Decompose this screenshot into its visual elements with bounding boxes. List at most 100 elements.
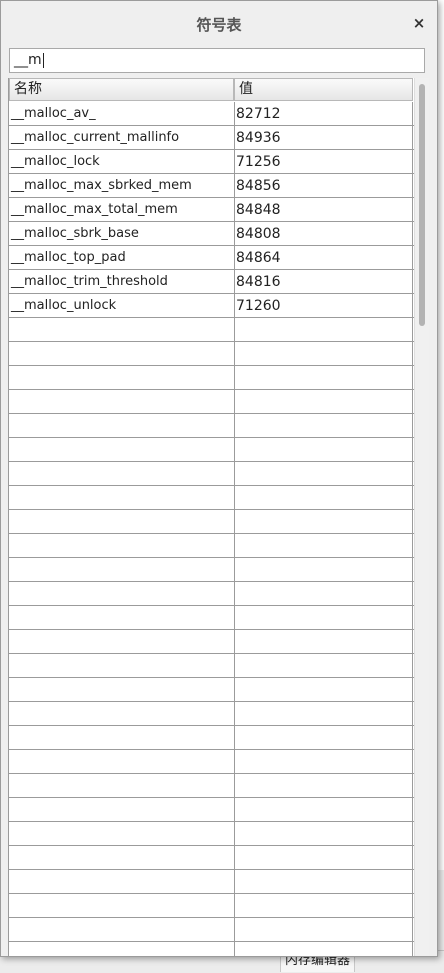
symbol-name-cell — [9, 390, 235, 413]
symbol-value-cell — [234, 486, 413, 509]
symbol-value-cell — [234, 870, 413, 893]
table-row[interactable] — [9, 942, 414, 956]
table-row[interactable] — [9, 870, 414, 894]
table-row[interactable]: __malloc_top_pad 84864 — [9, 246, 414, 270]
symbol-name-cell — [9, 558, 235, 581]
symbol-value-cell — [234, 654, 413, 677]
symbol-value-cell — [234, 582, 413, 605]
symbol-value-cell — [234, 342, 413, 365]
symbol-name-cell: __malloc_sbrk_base — [9, 222, 235, 245]
symbol-value-cell — [234, 846, 413, 869]
symbol-name-cell — [9, 534, 235, 557]
table-row[interactable]: __malloc_max_total_mem 84848 — [9, 198, 414, 222]
table-row[interactable] — [9, 558, 414, 582]
symbol-value-cell — [234, 630, 413, 653]
symbol-value-cell — [234, 894, 413, 917]
symbol-name-cell — [9, 438, 235, 461]
symbol-value-cell: 82712 — [234, 102, 413, 125]
symbol-name-cell — [9, 582, 235, 605]
table-row[interactable] — [9, 702, 414, 726]
table-row[interactable] — [9, 534, 414, 558]
symbol-name-cell — [9, 774, 235, 797]
table-row[interactable]: __malloc_lock 71256 — [9, 150, 414, 174]
symbol-name-cell — [9, 630, 235, 653]
symbol-value-cell — [234, 510, 413, 533]
symbol-name-cell — [9, 942, 235, 956]
table-row[interactable] — [9, 846, 414, 870]
table-row[interactable]: __malloc_trim_threshold 84816 — [9, 270, 414, 294]
symbol-name-cell — [9, 894, 235, 917]
table-row[interactable] — [9, 342, 414, 366]
table-row[interactable]: __malloc_max_sbrked_mem 84856 — [9, 174, 414, 198]
symbol-value-cell: 84864 — [234, 246, 413, 269]
symbol-value-cell — [234, 942, 413, 956]
symbol-name-cell — [9, 318, 235, 341]
table-row[interactable] — [9, 462, 414, 486]
symbol-value-cell — [234, 366, 413, 389]
symbol-name-cell — [9, 486, 235, 509]
table-row[interactable] — [9, 822, 414, 846]
symbol-value-cell — [234, 678, 413, 701]
table-row[interactable] — [9, 918, 414, 942]
symbol-value-cell: 84936 — [234, 126, 413, 149]
symbol-name-cell — [9, 366, 235, 389]
symbol-value-cell: 84856 — [234, 174, 413, 197]
table-row[interactable] — [9, 774, 414, 798]
symbol-value-cell — [234, 798, 413, 821]
symbol-name-cell: __malloc_current_mallinfo — [9, 126, 235, 149]
dialog-titlebar[interactable]: 符号表 × — [1, 1, 437, 45]
scrollbar-thumb[interactable] — [419, 84, 425, 326]
column-header-name[interactable]: 名称 — [9, 78, 234, 101]
symbol-value-cell — [234, 414, 413, 437]
symbol-name-cell: __malloc_max_total_mem — [9, 198, 235, 221]
table-row[interactable] — [9, 318, 414, 342]
symbol-name-cell — [9, 414, 235, 437]
table-row[interactable] — [9, 654, 414, 678]
table-row[interactable]: __malloc_sbrk_base 84808 — [9, 222, 414, 246]
symbol-name-cell — [9, 798, 235, 821]
table-row[interactable] — [9, 438, 414, 462]
symbol-search-input[interactable]: __m — [9, 48, 425, 73]
search-input-value: __m — [14, 52, 42, 68]
table-row[interactable] — [9, 798, 414, 822]
table-row[interactable] — [9, 582, 414, 606]
symbol-value-cell: 84808 — [234, 222, 413, 245]
table-row[interactable] — [9, 750, 414, 774]
symbol-name-cell — [9, 750, 235, 773]
symbol-value-cell — [234, 726, 413, 749]
close-icon[interactable]: × — [411, 15, 427, 31]
symbol-name-cell: __malloc_unlock — [9, 294, 235, 317]
table-row[interactable]: __malloc_current_mallinfo 84936 — [9, 126, 414, 150]
symbol-value-cell — [234, 822, 413, 845]
table-row[interactable] — [9, 390, 414, 414]
symbol-value-cell: 71256 — [234, 150, 413, 173]
table-row[interactable]: __malloc_unlock 71260 — [9, 294, 414, 318]
symbol-name-cell — [9, 462, 235, 485]
table-row[interactable] — [9, 678, 414, 702]
table-row[interactable]: __malloc_av_ 82712 — [9, 102, 414, 126]
symbol-name-cell — [9, 918, 235, 941]
symbol-name-cell — [9, 726, 235, 749]
symbol-value-cell — [234, 774, 413, 797]
table-row[interactable] — [9, 606, 414, 630]
symbol-name-cell — [9, 606, 235, 629]
symbol-value-cell — [234, 702, 413, 725]
symbol-value-cell: 84848 — [234, 198, 413, 221]
dialog-title: 符号表 — [196, 16, 242, 34]
table-row[interactable] — [9, 414, 414, 438]
symbol-name-cell — [9, 510, 235, 533]
table-row[interactable] — [9, 726, 414, 750]
table-row[interactable] — [9, 486, 414, 510]
symbol-value-cell — [234, 318, 413, 341]
symbol-name-cell — [9, 822, 235, 845]
column-header-value[interactable]: 值 — [234, 78, 413, 101]
table-body: __malloc_av_ 82712 __malloc_current_mallin… — [9, 102, 414, 956]
symbol-name-cell — [9, 846, 235, 869]
table-row[interactable] — [9, 366, 414, 390]
table-row[interactable] — [9, 510, 414, 534]
table-row[interactable] — [9, 894, 414, 918]
symbol-table: 名称 值 __malloc_av_ 82712 __malloc_current_m… — [8, 78, 429, 956]
symbol-value-cell — [234, 558, 413, 581]
table-row[interactable] — [9, 630, 414, 654]
symbol-value-cell — [234, 438, 413, 461]
